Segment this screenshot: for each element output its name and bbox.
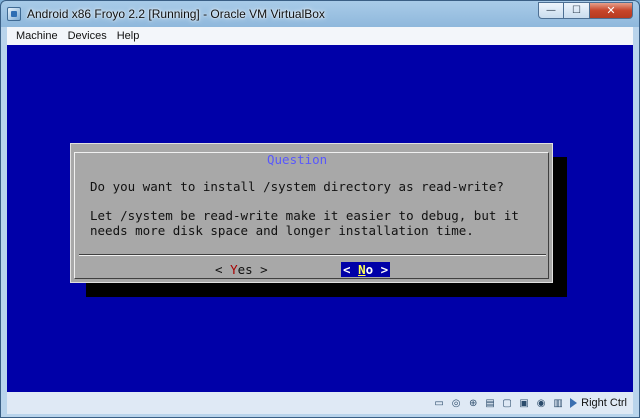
- no-left-bracket: <: [343, 262, 359, 277]
- usb-icon[interactable]: ⊕: [466, 396, 480, 410]
- no-label-rest: o: [365, 262, 374, 277]
- yes-hotkey: Y: [230, 262, 238, 277]
- description-line-2: needs more disk space and longer install…: [90, 223, 474, 238]
- yes-button[interactable]: < Yes >: [215, 262, 268, 277]
- title-bar[interactable]: Android x86 Froyo 2.2 [Running] - Oracle…: [1, 1, 639, 27]
- description-line-1: Let /system be read-write make it easier…: [90, 208, 519, 223]
- status-bar: ▭ ◎ ⊕ ▤ ▢ ▣ ◉ ▥ Right Ctrl: [7, 392, 633, 414]
- window-controls: — ☐ ✕: [538, 2, 633, 19]
- host-key-label: Right Ctrl: [581, 397, 627, 409]
- network-icon[interactable]: ◉: [534, 396, 548, 410]
- dialog-description: Let /system be read-write make it easier…: [90, 208, 519, 238]
- yes-left-bracket: <: [215, 262, 231, 277]
- minimize-button[interactable]: —: [538, 2, 564, 19]
- no-hotkey: N: [358, 262, 366, 277]
- video-capture-icon[interactable]: ▣: [517, 396, 531, 410]
- no-button[interactable]: < No >: [341, 262, 391, 277]
- menu-machine[interactable]: Machine: [11, 30, 63, 42]
- virtualbox-window: Android x86 Froyo 2.2 [Running] - Oracle…: [0, 0, 640, 418]
- menu-bar: Machine Devices Help: [7, 27, 633, 45]
- no-right-bracket: >: [373, 262, 389, 277]
- guest-screen[interactable]: Question Do you want to install /system …: [7, 45, 633, 392]
- display-icon[interactable]: ▢: [500, 396, 514, 410]
- hard-disk-icon[interactable]: ▭: [432, 396, 446, 410]
- mouse-integration-icon[interactable]: ▥: [551, 396, 565, 410]
- host-key-arrow-icon: [570, 398, 578, 408]
- dialog-frame: Question Do you want to install /system …: [74, 152, 549, 279]
- dialog-separator: [79, 254, 546, 256]
- dialog-title: Question: [266, 152, 329, 167]
- optical-drive-icon[interactable]: ◎: [449, 396, 463, 410]
- yes-label-rest: es: [237, 262, 253, 277]
- menu-help[interactable]: Help: [112, 30, 145, 42]
- window-title: Android x86 Froyo 2.2 [Running] - Oracle…: [27, 7, 325, 21]
- virtualbox-app-icon[interactable]: [7, 7, 21, 21]
- close-button[interactable]: ✕: [590, 2, 633, 19]
- menu-devices[interactable]: Devices: [63, 30, 112, 42]
- dialog-question: Do you want to install /system directory…: [90, 179, 504, 194]
- shared-folders-icon[interactable]: ▤: [483, 396, 497, 410]
- maximize-button[interactable]: ☐: [564, 2, 590, 19]
- question-dialog: Question Do you want to install /system …: [70, 143, 553, 283]
- yes-right-bracket: >: [252, 262, 268, 277]
